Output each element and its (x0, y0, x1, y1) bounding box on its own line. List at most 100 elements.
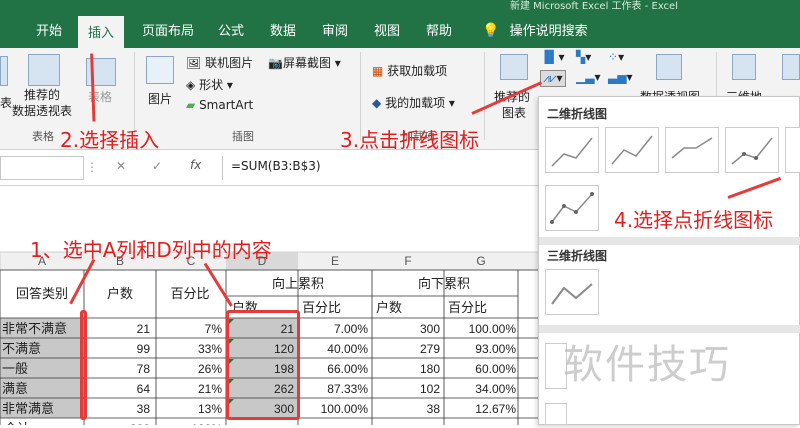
cell-c: 33% (198, 342, 222, 356)
line3d-option[interactable] (545, 269, 599, 315)
cell-a: 非常不满意 (2, 321, 67, 336)
header-g-percent: 百分比 (448, 300, 487, 315)
smartart-button[interactable]: ▰ SmartArt (186, 98, 253, 112)
picture-icon (146, 56, 174, 84)
my-addins-button[interactable]: ◆ 我的加载项 ▾ (372, 94, 455, 111)
stat-chart-button[interactable]: ▁▃▾ (576, 70, 601, 84)
cell-b: 38 (137, 402, 151, 416)
title-bar: 新建 Microsoft Excel 工作表 - Excel (0, 0, 800, 12)
cell-g: 12.67% (475, 402, 516, 416)
cell-a: 不满意 (2, 341, 41, 356)
tab-formulas[interactable]: 公式 (218, 20, 244, 39)
cell-c: 21% (198, 382, 222, 396)
cell-f: 180 (420, 362, 440, 376)
tab-home[interactable]: 开始 (36, 20, 62, 39)
line-markers-option[interactable] (725, 127, 779, 173)
cell-f: 279 (420, 342, 440, 356)
selection-box-a (80, 310, 87, 420)
table-icon (0, 56, 8, 86)
cell-e: 40.00% (327, 342, 368, 356)
map3d-icon (732, 54, 756, 80)
ribbon-tabs: 开始 插入 页面布局 公式 数据 审阅 视图 帮助 💡 操作说明搜索 (0, 12, 800, 48)
combo-chart-button[interactable]: ▃▅▾ (608, 70, 633, 84)
enter-icon[interactable]: ✓ (152, 159, 162, 173)
column-header-g: G (476, 254, 485, 268)
cell-b: 99 (137, 342, 151, 356)
line-chart-option[interactable] (545, 127, 599, 173)
online-picture-icon: 🖼 (186, 56, 202, 70)
group-label-tables: 表格 (32, 130, 54, 143)
column-chart-icon: ▐▌ (540, 50, 559, 64)
tab-view[interactable]: 视图 (374, 20, 400, 39)
annotation-step1: 1、选中A列和D列中的内容 (30, 238, 272, 262)
lightbulb-icon: 💡 (482, 23, 500, 39)
header-percent: 百分比 (170, 286, 209, 301)
cell-b: 21 (137, 322, 151, 336)
cell-a: 非常满意 (2, 401, 54, 416)
tab-review[interactable]: 审阅 (322, 20, 348, 39)
addins-icon: ◆ (372, 96, 382, 110)
line2d-heading: 二维折线图 (547, 107, 608, 121)
stacked-line-markers-option[interactable] (785, 127, 800, 173)
header-count: 户数 (107, 286, 133, 301)
cell-e: 7.00% (334, 322, 368, 336)
cell-e: 100.00% (321, 402, 369, 416)
formula-text: =SUM(B3:B$3) (231, 159, 321, 173)
cell-c: 7% (205, 322, 223, 336)
get-addins-button[interactable]: ▦ 获取加载项 (372, 62, 447, 79)
tab-page-layout[interactable]: 页面布局 (142, 20, 194, 39)
cell-f: 38 (427, 402, 441, 416)
online-pictures-button[interactable]: 🖼 联机图片 (186, 54, 253, 71)
cell-g: 100.00% (469, 322, 517, 336)
percent-line-markers-option[interactable] (545, 185, 599, 231)
scatter-chart-button[interactable]: ⁘▾ (608, 50, 624, 64)
percent-line-option[interactable] (665, 127, 719, 173)
tell-me-search[interactable]: 💡 操作说明搜索 (482, 20, 588, 39)
area-chart-option[interactable] (545, 403, 567, 425)
line-chart-button[interactable]: ⩘⩗▾ (540, 70, 566, 87)
recommended-charts-l2[interactable]: 图表 (502, 104, 526, 121)
cell-a: 满意 (2, 381, 28, 396)
watermark: 软件技巧 (563, 342, 731, 388)
stacked-line-option[interactable] (605, 127, 659, 173)
panel-divider (539, 237, 800, 245)
tab-help[interactable]: 帮助 (426, 20, 452, 39)
cell-b: 64 (137, 382, 151, 396)
pivot-chart-icon (656, 54, 682, 80)
cell-f: 102 (420, 382, 440, 396)
recommended-pivot-l2[interactable]: 数据透视表 (12, 102, 72, 119)
shapes-icon: ◈ (186, 78, 196, 92)
hierarchy-chart-button[interactable]: ▚▾ (576, 50, 591, 64)
header-f-count: 户数 (376, 300, 402, 315)
column-chart-button[interactable]: ▐▌▾ (540, 50, 565, 64)
cell-f: 300 (420, 322, 440, 336)
window-title: 新建 Microsoft Excel 工作表 - Excel (510, 1, 678, 12)
cell-b: 78 (137, 362, 151, 376)
camera-icon: 📷 (268, 56, 283, 70)
cell-a: 一般 (2, 361, 28, 376)
cell-g: 34.00% (475, 382, 516, 396)
tab-insert[interactable]: 插入 (78, 16, 125, 48)
column-header-e: E (331, 254, 339, 268)
stat-chart-icon: ▁▃ (576, 70, 595, 84)
name-box[interactable] (0, 156, 84, 180)
picture-button[interactable]: 图片 (148, 90, 172, 107)
table-button-label[interactable]: 表 (0, 94, 12, 111)
cell-c: 13% (198, 402, 222, 416)
shapes-button[interactable]: ◈ 形状 ▾ (186, 76, 233, 93)
formula-input[interactable]: =SUM(B3:B$3) (222, 156, 538, 180)
cell-c: 26% (198, 362, 222, 376)
selection-box-d (226, 310, 300, 420)
annotation-step4: 4.选择点折线图标 (614, 208, 774, 232)
hierarchy-chart-icon: ▚ (576, 50, 586, 64)
tab-data[interactable]: 数据 (270, 20, 296, 39)
cell-g: 60.00% (475, 362, 516, 376)
fx-icon[interactable]: fx (190, 158, 201, 172)
column-header-f: F (404, 254, 411, 268)
cell-e: 87.33% (327, 382, 368, 396)
cancel-icon[interactable]: ✕ (116, 159, 126, 173)
annotation-step3: 3.点击折线图标 (340, 128, 480, 152)
screenshot-button[interactable]: 📷屏幕截图 ▾ (268, 54, 341, 71)
line-chart-icon: ⩘⩗ (543, 71, 557, 85)
recommended-pivot-l1[interactable]: 推荐的 (24, 86, 60, 103)
